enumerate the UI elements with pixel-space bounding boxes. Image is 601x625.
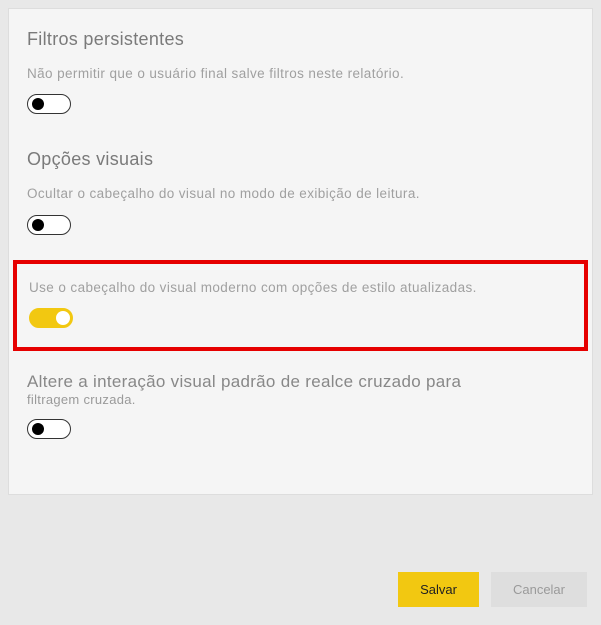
footer-buttons: Salvar Cancelar bbox=[398, 572, 587, 607]
toggle-cross-filter[interactable] bbox=[27, 419, 71, 439]
settings-panel: Filtros persistentes Não permitir que o … bbox=[8, 8, 593, 495]
toggle-knob bbox=[32, 98, 44, 110]
option-cross-filter: Altere a interação visual padrão de real… bbox=[27, 371, 574, 444]
toggle-knob bbox=[32, 423, 44, 435]
highlighted-option-modern-header: Use o cabeçalho do visual moderno com op… bbox=[13, 260, 588, 351]
section-visual-options: Opções visuais Ocultar o cabeçalho do vi… bbox=[27, 149, 574, 444]
section-title-persistent-filters: Filtros persistentes bbox=[27, 29, 574, 50]
toggle-modern-header[interactable] bbox=[29, 308, 73, 328]
section-title-visual-options: Opções visuais bbox=[27, 149, 574, 170]
cross-filter-title: Altere a interação visual padrão de real… bbox=[27, 371, 574, 392]
option-desc-modern-header: Use o cabeçalho do visual moderno com op… bbox=[29, 278, 572, 298]
cross-filter-subtitle: filtragem cruzada. bbox=[27, 392, 574, 407]
section-persistent-filters: Filtros persistentes Não permitir que o … bbox=[27, 29, 574, 119]
toggle-knob bbox=[56, 311, 70, 325]
option-desc-hide-header: Ocultar o cabeçalho do visual no modo de… bbox=[27, 184, 574, 204]
toggle-hide-header[interactable] bbox=[27, 215, 71, 235]
option-desc-persistent-filters: Não permitir que o usuário final salve f… bbox=[27, 64, 574, 84]
save-button[interactable]: Salvar bbox=[398, 572, 479, 607]
cancel-button[interactable]: Cancelar bbox=[491, 572, 587, 607]
toggle-knob bbox=[32, 219, 44, 231]
toggle-persistent-filters[interactable] bbox=[27, 94, 71, 114]
option-hide-header: Ocultar o cabeçalho do visual no modo de… bbox=[27, 184, 574, 239]
